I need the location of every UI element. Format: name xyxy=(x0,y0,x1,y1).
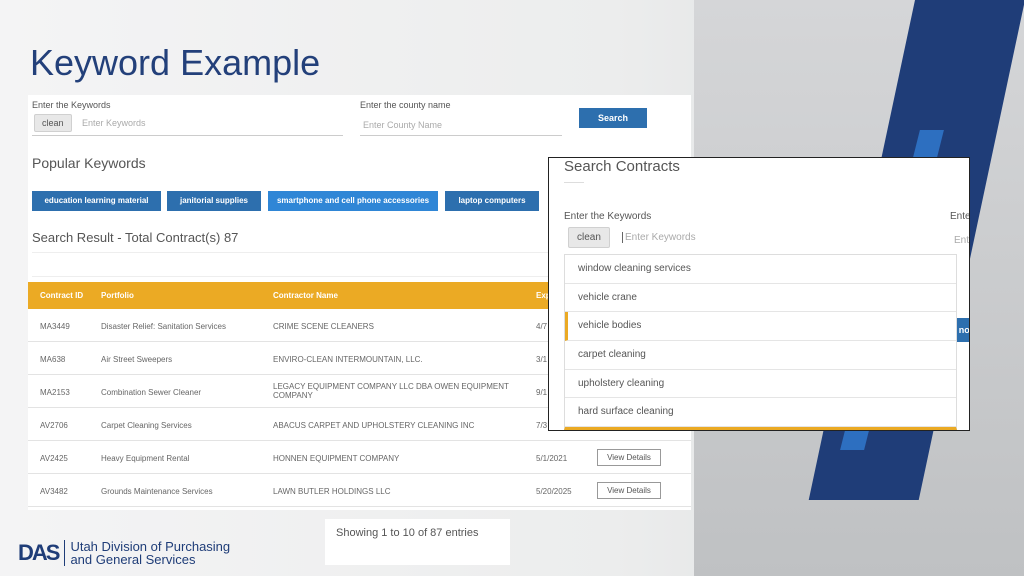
cell-portfolio: Disaster Relief: Sanitation Services xyxy=(101,322,226,331)
keyword-chip[interactable]: clean xyxy=(34,114,72,132)
suggestion-item[interactable]: carpet cleaning xyxy=(565,341,956,370)
cell-contractor: CRIME SCENE CLEANERS xyxy=(273,322,374,331)
cell-id: AV3482 xyxy=(40,487,68,496)
results-heading: Search Result - Total Contract(s) 87 xyxy=(32,230,239,245)
popup-county-label: Ente xyxy=(950,211,970,222)
slide-title: Keyword Example xyxy=(30,42,321,83)
das-logo: DAS Utah Division of Purchasing and Gener… xyxy=(18,540,230,566)
col-portfolio[interactable]: Portfolio xyxy=(101,291,134,300)
divider xyxy=(32,252,552,253)
cell-exp: 5/20/2025 xyxy=(536,487,572,496)
cell-portfolio: Combination Sewer Cleaner xyxy=(101,388,202,397)
table-row: AV2425 Heavy Equipment Rental HONNEN EQUIP… xyxy=(28,441,691,474)
cell-contractor: LAWN BUTLER HOLDINGS LLC xyxy=(273,487,391,496)
search-contracts-zoom: Search Contracts Enter the Keywords clea… xyxy=(548,157,970,431)
cell-exp: 3/1 xyxy=(536,355,548,364)
keyword-button[interactable]: smartphone and cell phone accessories xyxy=(268,191,438,211)
search-button[interactable]: Search xyxy=(579,108,647,128)
suggestion-item[interactable]: vehicle crane xyxy=(565,284,956,313)
popup-keywords-label: Enter the Keywords xyxy=(564,211,652,222)
county-input[interactable]: Enter County Name xyxy=(363,120,442,130)
suggestion-item[interactable]: vehicle bodies xyxy=(565,312,956,342)
divider xyxy=(32,135,343,136)
col-contract-id[interactable]: Contract ID xyxy=(40,291,83,300)
logo-line2: and General Services xyxy=(70,552,196,567)
suggestion-item[interactable]: window cleaning services xyxy=(565,255,956,284)
divider xyxy=(360,135,562,136)
cell-contractor: ENVIRO-CLEAN INTERMOUNTAIN, LLC. xyxy=(273,355,423,364)
keyword-button[interactable]: janitorial supplies xyxy=(167,191,261,211)
col-contractor[interactable]: Contractor Name xyxy=(273,291,338,300)
cell-id: MA3449 xyxy=(40,322,70,331)
keyword-button[interactable]: education learning material xyxy=(32,191,161,211)
cell-portfolio: Carpet Cleaning Services xyxy=(101,421,192,430)
cell-id: MA2153 xyxy=(40,388,70,397)
cell-contractor: ABACUS CARPET AND UPHOLSTERY CLEANING IN… xyxy=(273,421,475,430)
cell-exp: 9/1 xyxy=(536,388,548,397)
cell-id: AV2706 xyxy=(40,421,68,430)
cell-exp: 4/7 xyxy=(536,322,548,331)
cell-portfolio: Heavy Equipment Rental xyxy=(101,454,190,463)
suggestion-dropdown: window cleaning services vehicle crane veh… xyxy=(564,254,957,430)
cell-contractor: LEGACY EQUIPMENT COMPANY LLC DBA OWEN EQ… xyxy=(273,382,509,400)
cell-id: AV2425 xyxy=(40,454,68,463)
divider xyxy=(32,276,552,277)
view-details-button[interactable]: View Details xyxy=(597,482,661,499)
keywords-label: Enter the Keywords xyxy=(32,100,111,110)
cell-id: MA638 xyxy=(40,355,66,364)
entries-info: Showing 1 to 10 of 87 entries xyxy=(325,519,510,565)
divider xyxy=(564,182,584,183)
keyword-button[interactable]: laptop computers xyxy=(445,191,539,211)
popup-keywords-input[interactable]: Enter Keywords xyxy=(622,232,696,243)
popup-county-input[interactable]: Ent xyxy=(954,235,969,246)
popup-keyword-chip[interactable]: clean xyxy=(568,227,610,248)
cell-exp: 5/1/2021 xyxy=(536,454,568,463)
popular-heading: Popular Keywords xyxy=(32,155,146,171)
cell-portfolio: Grounds Maintenance Services xyxy=(101,487,213,496)
suggestion-item[interactable]: hard surface cleaning xyxy=(565,398,956,428)
view-details-button[interactable]: View Details xyxy=(597,449,661,466)
suggestion-item[interactable]: upholstery cleaning xyxy=(565,370,956,399)
cell-portfolio: Air Street Sweepers xyxy=(101,355,173,364)
table-row: AV3482 Grounds Maintenance Services LAWN B… xyxy=(28,474,691,507)
logo-mark: DAS xyxy=(18,540,60,565)
cell-exp: 7/3 xyxy=(536,421,548,430)
county-label: Enter the county name xyxy=(360,100,451,110)
popup-title: Search Contracts xyxy=(564,158,680,175)
keywords-input[interactable]: Enter Keywords xyxy=(82,118,146,128)
cell-contractor: HONNEN EQUIPMENT COMPANY xyxy=(273,454,400,463)
